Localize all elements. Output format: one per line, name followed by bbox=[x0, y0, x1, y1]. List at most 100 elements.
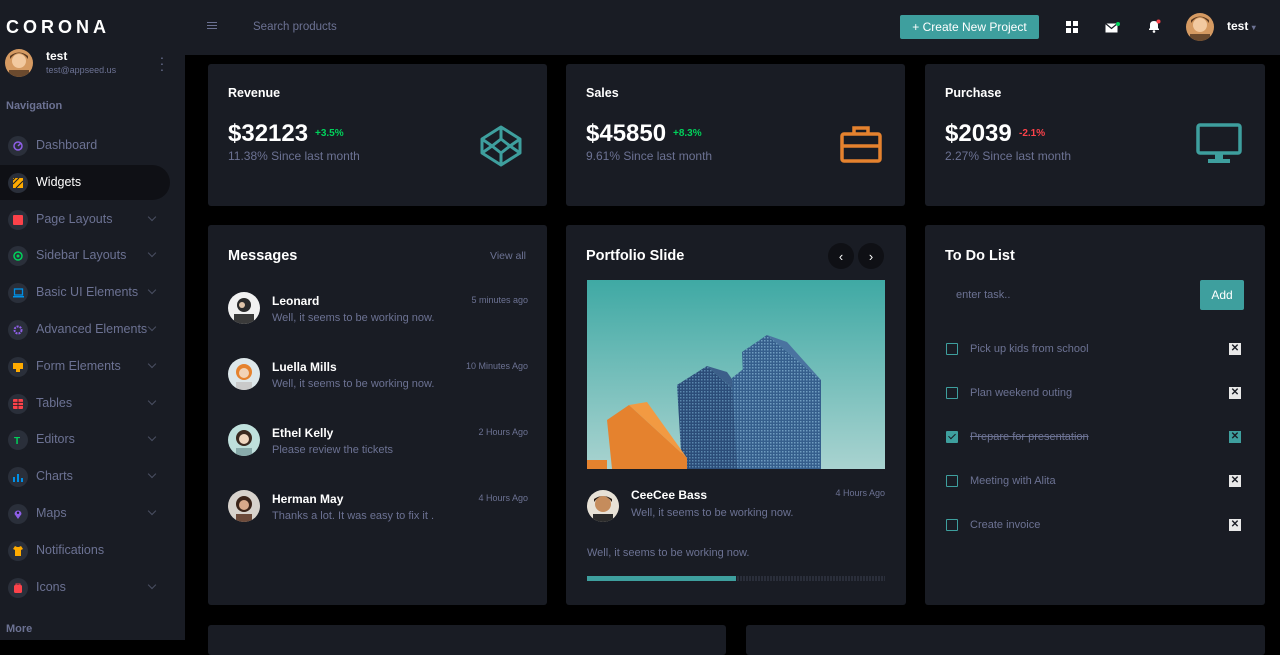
portfolio-caption: Well, it seems to be working now. bbox=[587, 547, 750, 559]
stat-value: $32123 bbox=[228, 120, 309, 147]
message-sender: Leonard bbox=[272, 294, 320, 308]
sidebar-item-label: Tables bbox=[36, 395, 73, 410]
profile-menu-icon[interactable]: · · · bbox=[158, 50, 166, 76]
slide-progress-fill bbox=[587, 576, 736, 581]
monitor-icon bbox=[1195, 122, 1243, 171]
stat-title: Revenue bbox=[228, 86, 281, 100]
user-avatar[interactable] bbox=[1186, 13, 1214, 41]
sidebar-item-label: Maps bbox=[36, 506, 67, 520]
message-preview: Well, it seems to be working now. bbox=[272, 378, 435, 390]
sidebar-item-label: Editors bbox=[36, 432, 75, 447]
stripes-icon bbox=[8, 172, 28, 193]
sidebar-item-page-layouts[interactable]: Page Layouts bbox=[0, 202, 170, 237]
chevron-right-icon[interactable]: › bbox=[858, 243, 884, 269]
sidebar-item-tables[interactable]: Tables bbox=[0, 386, 170, 421]
chevron-down-icon bbox=[147, 212, 157, 221]
remove-icon[interactable]: ✕ bbox=[1229, 343, 1241, 355]
sidebar-item-sidebar-layouts[interactable]: Sidebar Layouts bbox=[0, 238, 170, 273]
sidebar-item-dashboard[interactable]: Dashboard bbox=[0, 128, 170, 163]
message-item[interactable]: Luella Mills Well, it seems to be workin… bbox=[228, 358, 528, 398]
sidebar-item-advanced-elements[interactable]: Advanced Elements bbox=[0, 312, 170, 347]
gear-icon bbox=[8, 320, 28, 340]
message-item[interactable]: Ethel Kelly Please review the tickets 2 … bbox=[228, 424, 528, 464]
stat-subtext: 11.38% Since last month bbox=[228, 149, 360, 163]
message-time: 5 minutes ago bbox=[471, 295, 528, 305]
chevron-left-icon[interactable]: ‹ bbox=[828, 243, 854, 269]
portfolio-title: Portfolio Slide bbox=[586, 248, 685, 264]
sidebar-item-maps[interactable]: Maps bbox=[0, 496, 170, 531]
todo-input[interactable] bbox=[946, 280, 1191, 310]
remove-icon[interactable]: ✕ bbox=[1229, 431, 1241, 443]
todo-label: Pick up kids from school bbox=[970, 343, 1089, 355]
table-icon bbox=[8, 393, 28, 414]
todo-checkbox[interactable] bbox=[946, 387, 958, 399]
sidebar-item-editors[interactable]: T Editors bbox=[0, 422, 170, 457]
sidebar-item-label: Icons bbox=[36, 579, 66, 594]
message-preview: Thanks a lot. It was easy to fix it . bbox=[272, 510, 435, 522]
todo-item: Create invoice ✕ bbox=[946, 516, 1244, 536]
sidebar-item-label: Page Layouts bbox=[36, 211, 113, 226]
todo-checkbox[interactable] bbox=[946, 431, 958, 443]
sidebar-profile[interactable]: test test@appseed.us · · · bbox=[0, 42, 185, 82]
message-time: 10 Minutes Ago bbox=[465, 361, 528, 371]
sidebar-item-label: Widgets bbox=[36, 174, 82, 189]
message-avatar bbox=[228, 490, 260, 522]
stat-subtext: 2.27% Since last month bbox=[945, 149, 1072, 163]
stat-subtext: 9.61% Since last month bbox=[586, 149, 713, 163]
message-item[interactable]: Leonard Well, it seems to be working now… bbox=[228, 292, 528, 332]
message-time: 2 Hours Ago bbox=[478, 427, 528, 437]
compass-icon bbox=[8, 246, 28, 267]
chevron-down-icon bbox=[147, 249, 157, 258]
svg-text:T: T bbox=[14, 436, 20, 445]
add-task-button[interactable]: Add bbox=[1200, 280, 1244, 310]
brand-text: CORONA bbox=[6, 17, 110, 37]
stat-title: Purchase bbox=[945, 86, 1002, 100]
portfolio-image[interactable] bbox=[587, 280, 885, 469]
view-all-link[interactable]: View all bbox=[490, 250, 526, 262]
sidebar-item-notifications[interactable]: Notifications bbox=[0, 533, 170, 568]
chevron-down-icon bbox=[147, 433, 157, 442]
message-item[interactable]: Herman May Thanks a lot. It was easy to … bbox=[228, 490, 528, 530]
bottom-card-right bbox=[746, 625, 1265, 655]
remove-icon[interactable]: ✕ bbox=[1229, 387, 1241, 399]
chevron-down-icon bbox=[147, 580, 157, 589]
search-input[interactable] bbox=[253, 16, 553, 38]
speedometer-icon bbox=[8, 136, 28, 156]
nav-heading: Navigation bbox=[6, 100, 63, 112]
stat-change: +8.3% bbox=[673, 128, 702, 139]
author-time: 4 Hours Ago bbox=[835, 488, 885, 498]
user-menu[interactable]: test ▾ bbox=[1227, 19, 1256, 33]
todo-item: Meeting with Alita ✕ bbox=[946, 472, 1244, 492]
messages-title: Messages bbox=[228, 248, 298, 264]
mail-icon[interactable] bbox=[1105, 21, 1120, 39]
remove-icon[interactable]: ✕ bbox=[1229, 519, 1241, 531]
message-preview: Please review the tickets bbox=[272, 444, 394, 456]
sidebar-item-form-elements[interactable]: Form Elements bbox=[0, 349, 170, 384]
todo-checkbox[interactable] bbox=[946, 519, 958, 531]
message-sender: Herman May bbox=[272, 492, 344, 506]
user-name: test bbox=[1227, 19, 1249, 33]
grid-icon[interactable] bbox=[1066, 20, 1078, 38]
bell-icon[interactable] bbox=[1147, 19, 1161, 38]
menu-toggle-icon[interactable] bbox=[207, 22, 217, 31]
sidebar-item-basic-ui-elements[interactable]: Basic UI Elements bbox=[0, 275, 170, 310]
form-icon bbox=[8, 356, 28, 377]
author-avatar bbox=[587, 490, 619, 522]
todo-label: Meeting with Alita bbox=[970, 475, 1056, 487]
layout-icon bbox=[8, 209, 28, 230]
message-avatar bbox=[228, 292, 260, 324]
todo-checkbox[interactable] bbox=[946, 343, 958, 355]
sidebar-item-charts[interactable]: Charts bbox=[0, 459, 170, 494]
sidebar-item-widgets[interactable]: Widgets bbox=[0, 164, 170, 200]
message-sender: Ethel Kelly bbox=[272, 426, 334, 440]
stat-card-purchase: Purchase $2039 -2.1% 2.27% Since last mo… bbox=[925, 64, 1265, 206]
create-project-button[interactable]: + Create New Project bbox=[900, 15, 1039, 39]
stat-card-sales: Sales $45850 +8.3% 9.61% Since last mont… bbox=[566, 64, 905, 206]
stat-title: Sales bbox=[586, 86, 619, 100]
remove-icon[interactable]: ✕ bbox=[1229, 475, 1241, 487]
profile-avatar bbox=[5, 49, 33, 77]
todo-checkbox[interactable] bbox=[946, 475, 958, 487]
author-text: Well, it seems to be working now. bbox=[631, 507, 794, 519]
sidebar-item-icons[interactable]: Icons bbox=[0, 570, 170, 605]
caret-down-icon: ▾ bbox=[1251, 23, 1256, 32]
